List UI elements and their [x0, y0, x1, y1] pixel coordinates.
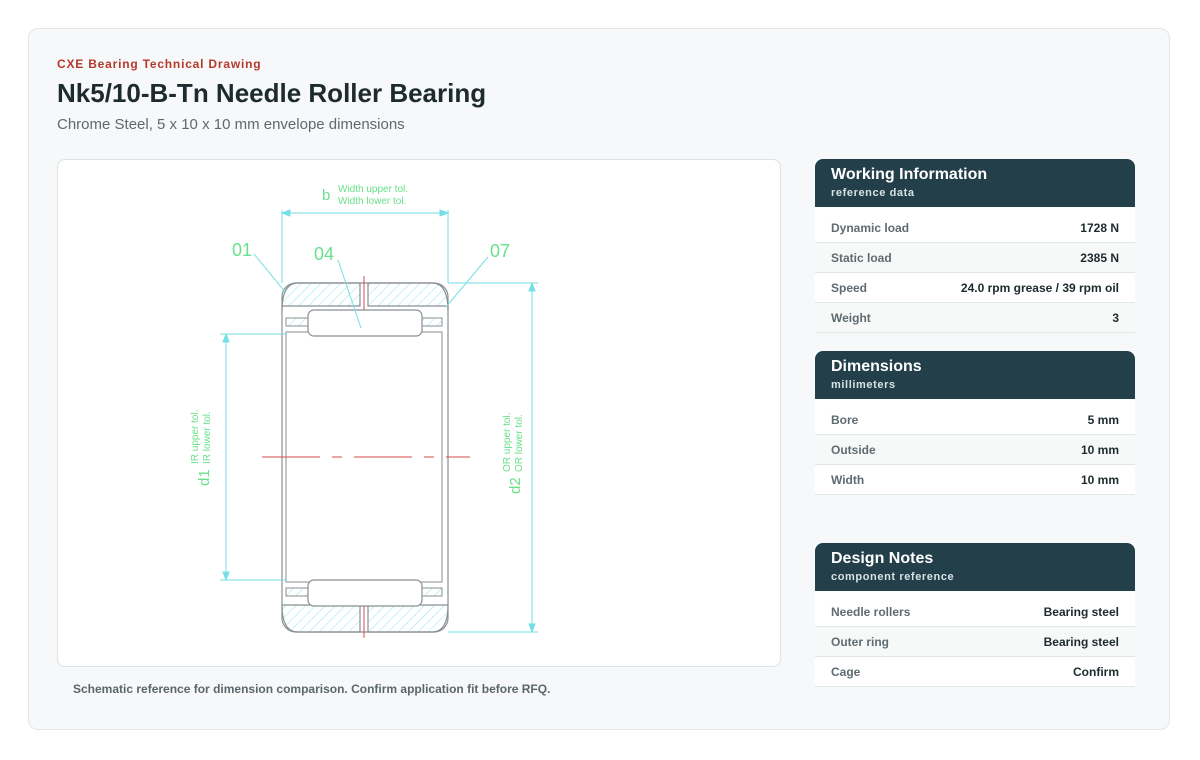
spec-row-width: Width 10 mm [815, 465, 1135, 495]
spec-label: Weight [831, 310, 871, 325]
spec-label: Bore [831, 412, 859, 427]
spec-row-needle-rollers: Needle rollers Bearing steel [815, 597, 1135, 627]
spec-value: Bearing steel [1043, 604, 1119, 619]
spec-label: Dynamic load [831, 220, 910, 235]
spec-value: Confirm [1073, 664, 1119, 679]
spec-label: Cage [831, 664, 861, 679]
spec-row-bore: Bore 5 mm [815, 405, 1135, 435]
spec-value: 10 mm [1080, 442, 1119, 457]
width-dimension [280, 209, 450, 283]
spec-row-weight: Weight 3 [815, 303, 1135, 333]
spec-label: Speed [831, 280, 868, 295]
panel-subtitle: reference data [831, 187, 915, 199]
drawing-caption: Schematic reference for dimension compar… [73, 682, 551, 696]
panel-header: Design Notes component reference [815, 543, 1135, 591]
dimensions-panel: Dimensions millimeters Bore 5 mm Outside… [815, 351, 1135, 495]
spec-value: 24.0 rpm grease / 39 rpm oil [960, 280, 1119, 295]
width-lower-tol: Width lower tol. [338, 196, 406, 207]
panel-header: Working Information reference data [815, 159, 1135, 207]
technical-drawing: b Width upper tol. Width lower tol. 01 0… [57, 159, 781, 667]
spec-row-speed: Speed 24.0 rpm grease / 39 rpm oil [815, 273, 1135, 303]
spec-label: Needle rollers [831, 604, 911, 619]
callout-04: 04 [314, 244, 334, 264]
spec-value: Bearing steel [1043, 634, 1119, 649]
width-symbol: b [322, 187, 330, 204]
needle-roller-bottom [307, 579, 423, 607]
outside-lower-tol: OR lower tol. [514, 414, 525, 472]
panel-title: Design Notes [831, 550, 934, 567]
outside-upper-tol: OR upper tol. [502, 413, 513, 472]
spec-row-static-load: Static load 2385 N [815, 243, 1135, 273]
page-subtitle: Chrome Steel, 5 x 10 x 10 mm envelope di… [57, 116, 405, 133]
spec-value: 2385 N [1080, 250, 1119, 265]
spec-label: Static load [831, 250, 892, 265]
panel-subtitle: millimeters [831, 379, 896, 391]
callout-07: 07 [490, 241, 510, 261]
spec-label: Outside [831, 442, 876, 457]
page-title: Nk5/10-B-Tn Needle Roller Bearing [57, 78, 487, 108]
panel-title: Working Information [831, 166, 988, 183]
bore-upper-tol: IR upper tol. [190, 410, 201, 464]
spec-label: Outer ring [831, 634, 890, 649]
bore-symbol: d1 [196, 469, 213, 486]
spec-value: 1728 N [1080, 220, 1119, 235]
design-notes-panel: Design Notes component reference Needle … [815, 543, 1135, 687]
spec-value: 5 mm [1087, 412, 1119, 427]
eyebrow-label: CXE Bearing Technical Drawing [57, 57, 262, 71]
panel-header: Dimensions millimeters [815, 351, 1135, 399]
spec-label: Width [831, 472, 865, 487]
bore-lower-tol: IR lower tol. [202, 411, 213, 464]
spec-row-cage: Cage Confirm [815, 657, 1135, 687]
width-upper-tol: Width upper tol. [338, 184, 408, 195]
panel-title: Dimensions [831, 358, 922, 375]
spec-row-outside: Outside 10 mm [815, 435, 1135, 465]
spec-value: 10 mm [1080, 472, 1119, 487]
needle-roller-top [307, 309, 423, 337]
callout-01: 01 [232, 240, 252, 260]
outside-symbol: d2 [507, 477, 524, 494]
spec-value: 3 [1112, 310, 1119, 325]
bearing-schematic: b Width upper tol. Width lower tol. 01 0… [190, 184, 538, 638]
spec-row-dynamic-load: Dynamic load 1728 N [815, 213, 1135, 243]
drawing-card: CXE Bearing Technical Drawing Nk5/10-B-T… [28, 28, 1170, 730]
working-info-panel: Working Information reference data Dynam… [815, 159, 1135, 333]
panel-subtitle: component reference [831, 571, 955, 583]
spec-row-outer-ring: Outer ring Bearing steel [815, 627, 1135, 657]
